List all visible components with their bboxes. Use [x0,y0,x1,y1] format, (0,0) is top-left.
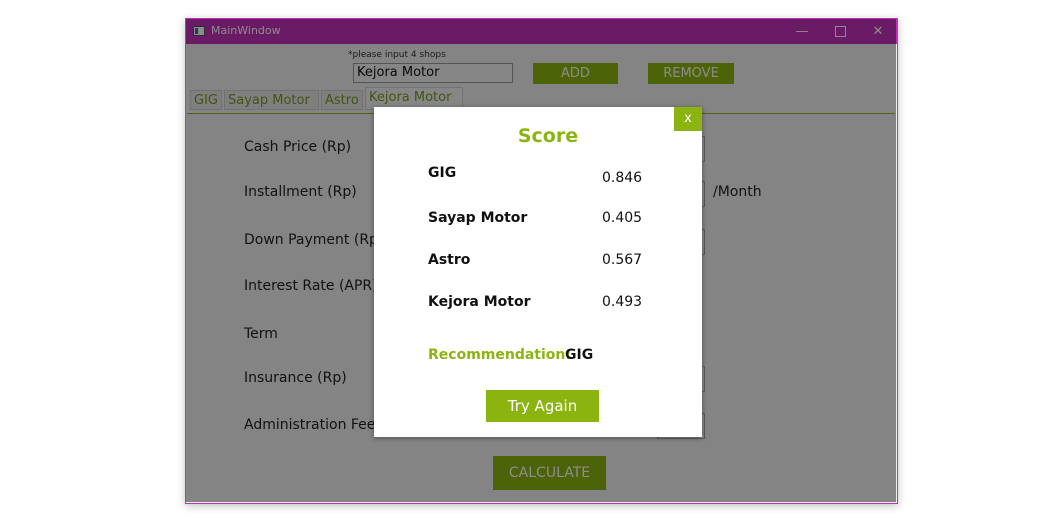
score-name-sayap-motor: Sayap Motor [428,210,528,226]
score-value-kejora-motor: 0.493 [602,294,643,310]
score-value-astro: 0.567 [602,252,643,268]
score-value-gig: 0.846 [602,170,643,186]
try-again-button[interactable]: Try Again [486,390,599,422]
score-dialog: x Score GIG 0.846 Sayap Motor 0.405 Astr… [374,107,702,437]
score-value-sayap-motor: 0.405 [602,210,643,226]
score-name-kejora-motor: Kejora Motor [428,294,531,310]
score-name-astro: Astro [428,252,471,268]
recommendation-value: GIG [565,347,594,363]
recommendation-label: Recommendation: [428,347,571,363]
score-name-gig: GIG [428,165,457,181]
dialog-title: Score [517,125,579,147]
